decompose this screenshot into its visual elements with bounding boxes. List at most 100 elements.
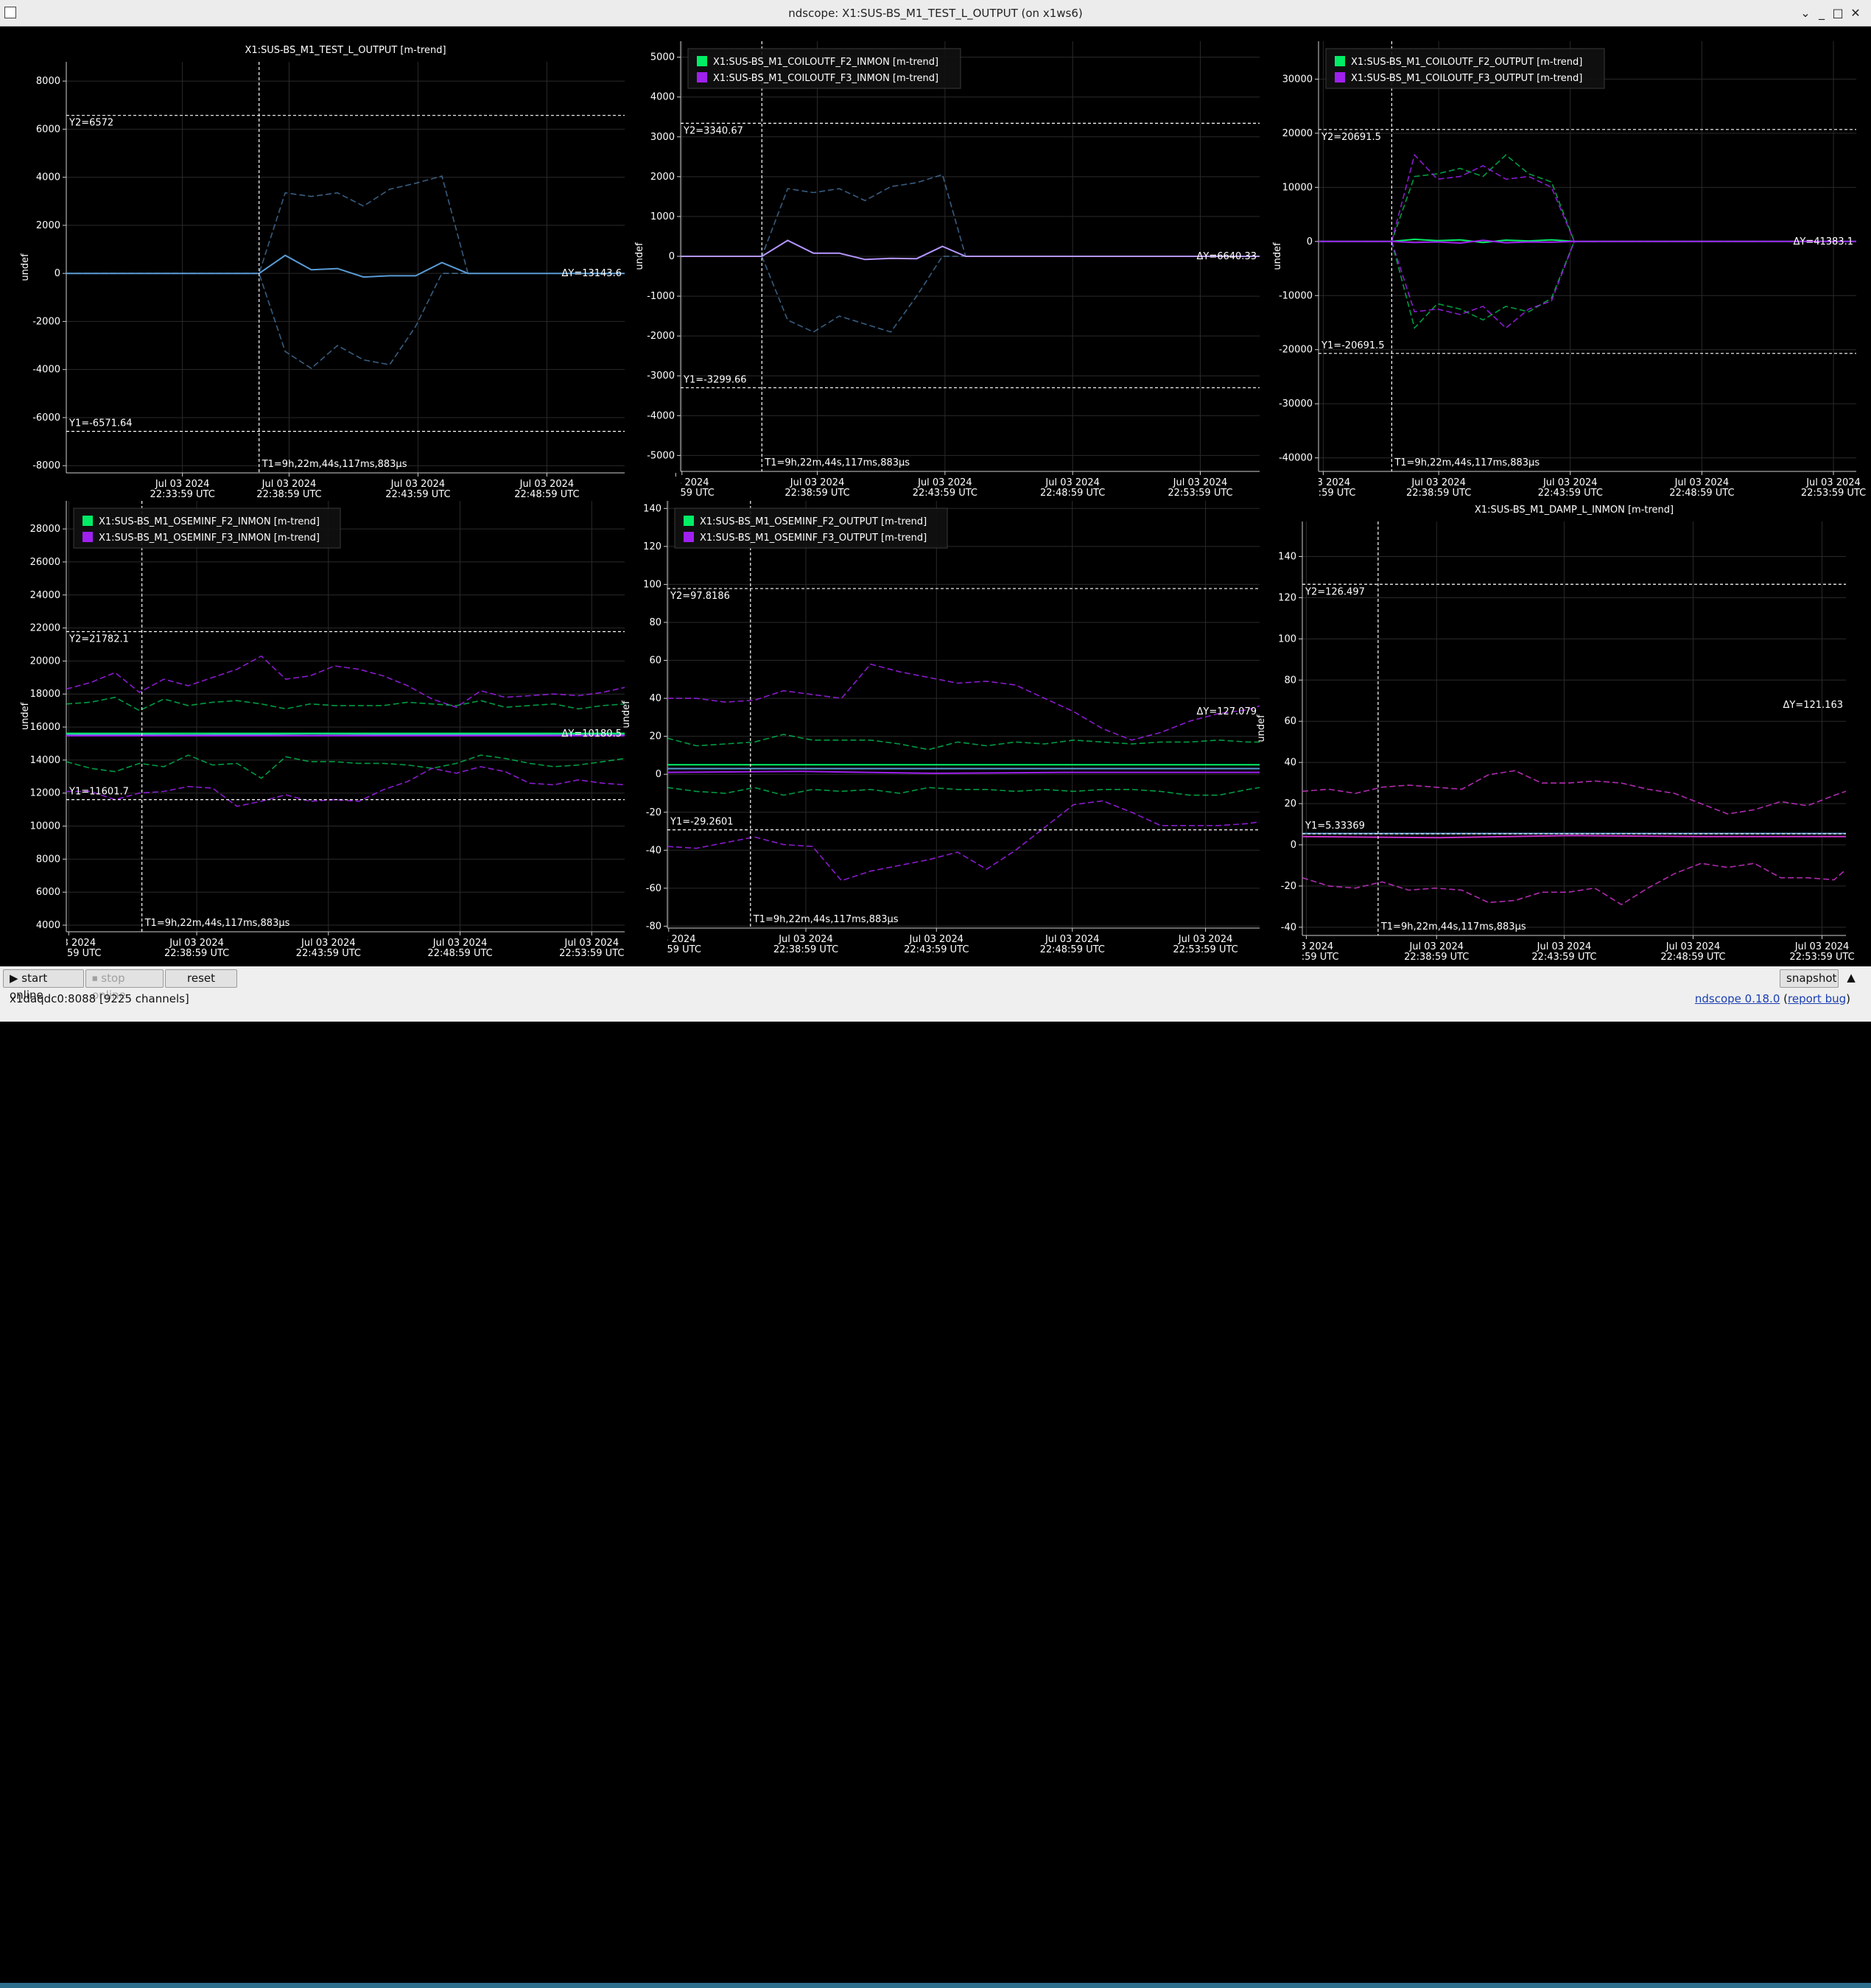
y-tick-label: 4000 [36, 172, 60, 183]
y1-cursor-label: Y1=11601.7 [69, 787, 129, 798]
x-tick-date: Jul 03 2024 [1794, 941, 1850, 952]
x-tick-date: Jul 03 2024 [261, 479, 317, 490]
y-tick-label: 0 [1291, 840, 1296, 851]
series-line-1 [1319, 154, 1856, 242]
x-tick-date: Jul 03 2024 [1805, 477, 1861, 488]
y-tick-label: 20 [649, 731, 661, 742]
y-tick-label: 0 [55, 268, 60, 279]
delta-y-label: ΔY=41383.1 [1794, 236, 1854, 247]
y-tick-label: 8000 [36, 854, 60, 865]
x-tick-time: 22:53:59 UTC [559, 948, 624, 959]
y-tick-label: 0 [656, 769, 661, 780]
plot-5: 140 120 100 80 60 40 20 0 -20 -40 -60 -80 undef Jul 0… [621, 501, 1260, 955]
y-tick-label: 1000 [650, 211, 675, 222]
series-line-4 [1302, 863, 1846, 906]
y-tick-label: -20 [646, 807, 661, 818]
minimize-icon[interactable]: ⌄ [1797, 4, 1814, 22]
version-link[interactable]: ndscope 0.18.0 [1695, 992, 1780, 1005]
close-icon[interactable]: ✕ [1847, 4, 1864, 22]
x-tick-time: 22:38:59 UTC [1406, 488, 1471, 499]
x-tick-time: 22:48:59 UTC [1040, 944, 1105, 955]
series-line-1 [66, 655, 625, 709]
x-tick-date: Jul 03 2024 [1173, 477, 1228, 488]
y-axis-label: undef [1272, 242, 1283, 270]
x-tick-date: Jul 03 2024 [641, 934, 696, 945]
series-group [66, 175, 625, 370]
y-tick-label: 12000 [30, 788, 60, 799]
x-tick-date: Jul 03 2024 [390, 479, 446, 490]
x-tick-time: 22:33:59 UTC [1274, 952, 1338, 963]
series-line-1 [1302, 770, 1846, 815]
x-tick-time: 22:33:59 UTC [650, 488, 715, 499]
x-tick-labels: Jul 03 202422:33:59 UTCJul 03 202422:38:… [1274, 941, 1855, 963]
y-tick-label: 120 [643, 541, 661, 552]
series-line-6 [667, 787, 1260, 796]
y2-cursor-label: Y2=126.497 [1305, 586, 1365, 597]
x-tick-date: Jul 03 2024 [564, 938, 619, 949]
expand-icon[interactable]: ▲ [1840, 969, 1862, 988]
legend-swatch-purple [684, 532, 694, 542]
y-tick-label: 0 [669, 251, 675, 262]
y-tick-label: 28000 [30, 524, 60, 535]
series-line-2 [761, 256, 966, 333]
y-tick-label: 4000 [36, 920, 60, 931]
y-tick-label: 40 [1284, 757, 1296, 768]
x-tick-time: 22:38:59 UTC [784, 488, 849, 499]
restore-icon[interactable]: _ [1814, 4, 1830, 22]
y-tick-label: -40 [646, 845, 661, 856]
report-bug-link[interactable]: report bug [1788, 992, 1846, 1005]
start-online-button[interactable]: ▶ start online [3, 969, 84, 1002]
plot-area[interactable]: 8000 6000 4000 2000 0 -2000 -4000 -6000 -8000 und… [0, 27, 1871, 966]
x-tick-date: Jul 03 2024 [790, 477, 845, 488]
y-axis-label: undef [634, 242, 645, 270]
y-tick-label: 0 [1307, 236, 1313, 247]
maximize-icon[interactable]: □ [1830, 4, 1846, 22]
x-tick-time: 22:48:59 UTC [427, 948, 492, 959]
y-tick-label: 80 [649, 617, 661, 628]
y-tick-label: 60 [649, 656, 661, 667]
version-info: ndscope 0.18.0 (report bug) [1695, 992, 1850, 1005]
reset-button[interactable]: reset [165, 969, 237, 988]
stop-online-button[interactable]: ⏹ stop online [85, 969, 164, 1002]
x-tick-date: Jul 03 2024 [432, 938, 488, 949]
y1-cursor-label: Y1=-29.2601 [670, 817, 734, 828]
y1-cursor-label: Y1=-20691.5 [1321, 340, 1385, 351]
x-tick-time: 22:43:59 UTC [1538, 488, 1603, 499]
y-tick-label: -3000 [647, 370, 675, 382]
series-line-2 [1302, 835, 1846, 839]
legend-swatch-green [697, 56, 707, 66]
x-tick-time: 22:38:59 UTC [1404, 952, 1469, 963]
x-tick-time: 22:33:59 UTC [1291, 488, 1355, 499]
y-tick-label: -8000 [32, 460, 60, 471]
x-tick-labels: Jul 03 202422:33:59 UTCJul 03 202422:38:… [650, 477, 1233, 499]
x-tick-time: 22:53:59 UTC [1168, 488, 1232, 499]
y-tick-label: -4000 [647, 410, 675, 421]
y-tick-label: -20 [1281, 881, 1296, 892]
y1-cursor-label: Y1=-3299.66 [683, 374, 747, 385]
y-tick-label: 100 [643, 579, 661, 590]
plot-title: X1:SUS-BS_M1_DAMP_L_INMON [m-trend] [1475, 505, 1674, 516]
y-tick-label: 16000 [30, 722, 60, 733]
series-line-2 [1391, 153, 1598, 242]
legend-entry: X1:SUS-BS_M1_COILOUTF_F3_OUTPUT [m-trend… [1351, 73, 1582, 84]
y-tick-label: 6000 [36, 124, 60, 135]
snapshot-button[interactable]: snapshot [1780, 969, 1839, 988]
plot-2: 5000 4000 3000 2000 1000 0 -1000 -2000 -3000 -400… [634, 41, 1260, 499]
y-tick-label: -4000 [32, 365, 60, 376]
legend-entry: X1:SUS-BS_M1_COILOUTF_F2_INMON [m-trend] [713, 57, 938, 68]
y-tick-label: -30000 [1279, 398, 1313, 410]
x-tick-date: Jul 03 2024 [1045, 934, 1100, 945]
series-line-6 [66, 754, 625, 779]
y-tick-label: 24000 [30, 590, 60, 601]
y-tick-label: 26000 [30, 557, 60, 568]
taskbar-strip [0, 1983, 1871, 1988]
series-line-4 [1391, 240, 1598, 329]
legend-swatch-purple [1335, 72, 1345, 82]
legend-entry: X1:SUS-BS_M1_OSEMINF_F2_INMON [m-trend] [99, 516, 320, 527]
y-tick-label: 10000 [1282, 182, 1313, 193]
series-line-3 [1391, 240, 1598, 329]
y-tick-label: 80 [1284, 675, 1296, 686]
x-tick-date: Jul 03 2024 [1674, 477, 1730, 488]
x-tick-date: Jul 03 2024 [654, 477, 709, 488]
y-axis-label: undef [621, 700, 632, 728]
